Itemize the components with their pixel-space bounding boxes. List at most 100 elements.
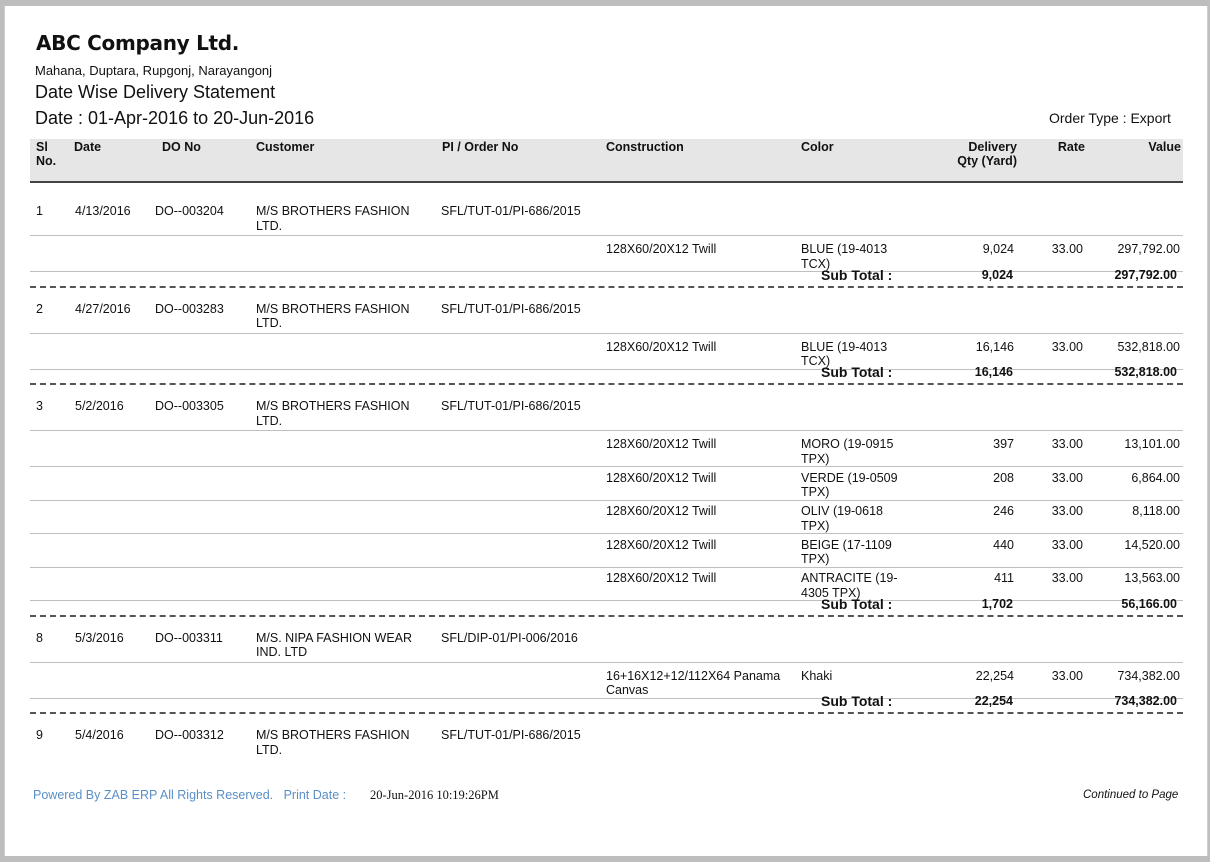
cell-sl: 2	[36, 301, 43, 316]
cell-construction: 16+16X12+12/112X64 Panama	[606, 668, 781, 683]
cell-qty: 411	[994, 571, 1014, 585]
col-header-customer: Customer	[256, 140, 315, 154]
cell-rate: 33.00	[1051, 504, 1083, 518]
cell-customer: M/S BROTHERS FASHION	[256, 399, 410, 413]
cell-rate: 33.00	[1051, 242, 1083, 256]
cell-customer: LTD.	[256, 413, 283, 428]
row-divider	[30, 499, 1183, 501]
group-divider	[30, 383, 1183, 385]
cell-customer: M/S BROTHERS FASHION	[256, 301, 410, 316]
cell-customer: LTD.	[256, 742, 283, 757]
cell-rate: 33.00	[1051, 339, 1083, 354]
cell-pi: SFL/DIP-01/PI-006/2016	[441, 630, 578, 645]
cell-color: TPX)	[801, 518, 830, 533]
subtotal-value: 297,792.00	[1114, 267, 1177, 282]
col-header-sl: Sl No.	[36, 140, 57, 168]
row-divider	[30, 533, 1183, 534]
cell-rate: 33.00	[1051, 437, 1083, 451]
row-divider	[30, 430, 1183, 431]
cell-color: VERDE (19-0509	[801, 470, 898, 485]
cell-sl: 3	[36, 399, 43, 413]
subtotal-qty: 22,254	[974, 694, 1013, 708]
col-header-pi: PI / Order No	[442, 140, 519, 154]
cell-qty: 22,254	[975, 668, 1014, 683]
cell-customer: IND. LTD	[256, 645, 308, 659]
cell-rate: 33.00	[1051, 537, 1083, 552]
report-title: Date Wise Delivery Statement	[35, 82, 276, 102]
group-divider	[30, 712, 1183, 714]
cell-qty: 9,024	[982, 242, 1014, 256]
cell-do-no: DO--003312	[155, 728, 224, 742]
cell-qty: 208	[993, 470, 1014, 485]
row-divider	[30, 466, 1183, 467]
cell-rate: 33.00	[1051, 571, 1083, 585]
col-header-rate: Rate	[1057, 140, 1085, 154]
subtotal-value: 734,382.00	[1114, 694, 1177, 708]
cell-sl: 9	[36, 728, 43, 742]
cell-construction: 128X60/20X12 Twill	[606, 504, 717, 518]
cell-qty: 397	[993, 437, 1014, 451]
subtotal-value: 532,818.00	[1114, 365, 1177, 379]
report-page: ABC Company Ltd. Mahana, Duptara, Rupgon…	[4, 6, 1208, 856]
cell-date: 5/3/2016	[75, 630, 124, 645]
cell-qty: 440	[993, 537, 1014, 552]
cell-construction: 128X60/20X12 Twill	[606, 242, 717, 256]
cell-pi: SFL/TUT-01/PI-686/2015	[441, 728, 581, 742]
cell-value: 13,101.00	[1124, 437, 1180, 451]
cell-sl: 8	[36, 630, 43, 645]
col-header-qty: Delivery Qty (Yard)	[957, 140, 1017, 168]
cell-construction: 128X60/20X12 Twill	[606, 571, 717, 585]
col-header-do-no: DO No	[162, 140, 201, 154]
cell-construction: 128X60/20X12 Twill	[606, 437, 717, 451]
cell-customer: LTD.	[256, 218, 283, 233]
cell-color: BLUE (19-4013	[801, 339, 888, 354]
group-divider	[30, 614, 1183, 617]
cell-color: TPX)	[801, 451, 830, 466]
cell-qty: 16,146	[975, 339, 1014, 354]
cell-construction: 128X60/20X12 Twill	[606, 537, 717, 552]
powered-by: Powered By ZAB ERP All Rights Reserved. …	[33, 788, 347, 802]
cell-rate: 33.00	[1051, 668, 1083, 683]
continued-note: Continued to Page	[1083, 789, 1179, 801]
cell-color: BEIGE (17-1109	[801, 537, 892, 552]
subtotal-label: Sub Total :	[821, 266, 893, 283]
cell-customer: LTD.	[256, 316, 283, 330]
row-divider	[30, 235, 1183, 236]
subtotal-qty: 9,024	[981, 267, 1013, 282]
cell-date: 5/2/2016	[75, 399, 124, 413]
cell-value: 532,818.00	[1117, 339, 1180, 354]
cell-customer: M/S BROTHERS FASHION	[256, 204, 410, 218]
cell-value: 6,864.00	[1131, 470, 1180, 485]
print-date: 20-Jun-2016 10:19:26PM	[370, 788, 499, 802]
company-address: Mahana, Duptara, Rupgonj, Narayangonj	[35, 63, 273, 78]
col-header-construction: Construction	[606, 140, 684, 154]
cell-date: 5/4/2016	[75, 728, 124, 742]
cell-construction: 128X60/20X12 Twill	[606, 470, 717, 485]
group-divider	[30, 285, 1183, 288]
subtotal-label: Sub Total :	[821, 364, 893, 380]
subtotal-value: 56,166.00	[1121, 596, 1177, 611]
cell-customer: M/S BROTHERS FASHION	[256, 728, 410, 742]
cell-customer: M/S. NIPA FASHION WEAR	[256, 630, 413, 645]
cell-color: OLIV (19-0618	[801, 504, 883, 518]
subtotal-qty: 1,702	[981, 596, 1013, 611]
cell-date: 4/13/2016	[75, 204, 131, 218]
col-header-value: Value	[1148, 140, 1181, 154]
date-range: Date : 01-Apr-2016 to 20-Jun-2016	[35, 108, 315, 128]
cell-rate: 33.00	[1051, 470, 1083, 485]
company-name: ABC Company Ltd.	[36, 31, 240, 55]
row-divider	[30, 566, 1183, 568]
cell-value: 297,792.00	[1117, 242, 1180, 256]
cell-pi: SFL/TUT-01/PI-686/2015	[441, 301, 581, 316]
order-type: Order Type : Export	[1049, 110, 1171, 126]
cell-construction: Canvas	[606, 683, 649, 697]
cell-do-no: DO--003311	[155, 630, 223, 645]
cell-color: ANTRACITE (19-	[801, 571, 898, 585]
cell-do-no: DO--003305	[155, 399, 224, 413]
cell-color: MORO (19-0915	[801, 437, 894, 451]
cell-value: 734,382.00	[1117, 668, 1180, 683]
cell-pi: SFL/TUT-01/PI-686/2015	[441, 204, 581, 218]
subtotal-label: Sub Total :	[821, 693, 893, 709]
cell-color: Khaki	[801, 668, 833, 683]
cell-sl: 1	[36, 204, 43, 218]
